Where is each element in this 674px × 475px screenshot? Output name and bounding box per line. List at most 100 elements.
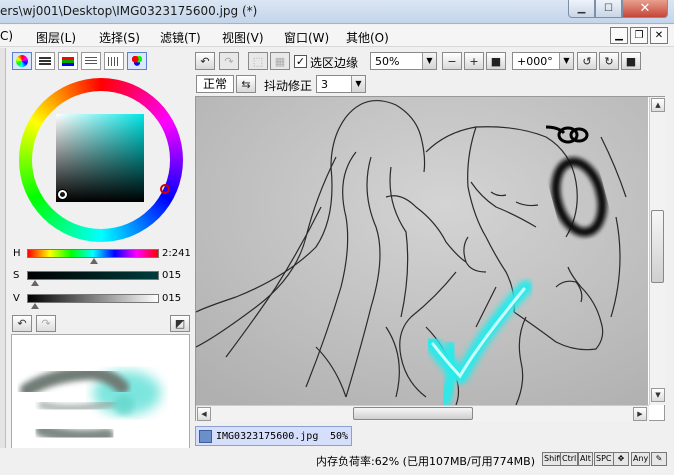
- menu-item-partial[interactable]: C): [0, 29, 13, 43]
- menu-bar: C) 图层(L) 选择(S) 滤镜(T) 视图(V) 窗口(W) 其他(O) ▁…: [0, 25, 674, 47]
- close-button[interactable]: ✕: [622, 0, 668, 18]
- deselect-button[interactable]: ⬚: [248, 52, 268, 70]
- saturation-value-box[interactable]: [56, 114, 144, 202]
- rotate-left-button[interactable]: ↺: [577, 52, 597, 70]
- menu-item-view[interactable]: 视图(V): [222, 29, 264, 46]
- rgb-circles-icon: [131, 55, 143, 67]
- horizontal-scrollbar[interactable]: ◀ ▶: [196, 405, 649, 421]
- vertical-scroll-thumb[interactable]: [651, 210, 664, 283]
- ctrl-key-indicator[interactable]: Ctrl: [560, 452, 579, 466]
- document-tab-name: IMG0323175600.jpg: [216, 430, 319, 442]
- swatches-tab[interactable]: [81, 52, 101, 70]
- flip-button[interactable]: ⇆: [236, 75, 256, 93]
- v-label: V: [13, 293, 20, 304]
- sv-marker[interactable]: [58, 190, 67, 199]
- chevron-down-icon: ▼: [351, 76, 365, 92]
- scroll-left-button[interactable]: ◀: [197, 407, 211, 421]
- doc-minimize-button[interactable]: ▁: [610, 27, 628, 44]
- restore-icon: ❐: [634, 30, 644, 41]
- undo-icon: ↶: [17, 317, 27, 330]
- scroll-up-button[interactable]: ▲: [651, 98, 665, 112]
- color-wheel-tab[interactable]: [12, 52, 32, 70]
- zoom-reset-button[interactable]: ■: [486, 52, 506, 70]
- flip-icon: ⇆: [241, 77, 251, 91]
- rotate-left-icon: ↺: [582, 54, 592, 68]
- alt-key-indicator[interactable]: Alt: [578, 452, 593, 466]
- selection-icon: ▦: [274, 54, 286, 68]
- s-label: S: [13, 270, 20, 281]
- scratchpad-redo-button[interactable]: ↷: [36, 315, 56, 332]
- doc-restore-button[interactable]: ❐: [630, 27, 648, 44]
- arrow-left-icon: ◀: [201, 410, 207, 418]
- title-bar: ers\wj001\Desktop\IMG0323175600.jpg (*) …: [0, 0, 674, 24]
- hsv-sliders-tab[interactable]: [58, 52, 78, 70]
- maximize-icon: ☐: [604, 3, 613, 14]
- rotation-select[interactable]: +000° ▼: [512, 52, 574, 70]
- arrow-down-icon: ▼: [655, 391, 661, 399]
- blend-mode-button[interactable]: 正常: [196, 75, 234, 93]
- reset-icon: ■: [625, 54, 637, 68]
- scroll-down-button[interactable]: ▼: [651, 388, 665, 402]
- h-slider-thumb[interactable]: [90, 258, 99, 264]
- menu-item-layer[interactable]: 图层(L): [36, 29, 76, 46]
- vertical-scrollbar[interactable]: ▲ ▼: [649, 97, 665, 405]
- zoom-in-button[interactable]: +: [464, 52, 484, 70]
- v-slider[interactable]: [27, 294, 159, 303]
- grid-icon: [108, 56, 120, 66]
- zoom-out-button[interactable]: −: [442, 52, 462, 70]
- menu-item-filter[interactable]: 滤镜(T): [160, 29, 201, 46]
- invert-selection-button[interactable]: ▦: [270, 52, 290, 70]
- image-file-icon: [199, 429, 212, 443]
- s-slider[interactable]: [27, 271, 159, 280]
- window-title: ers\wj001\Desktop\IMG0323175600.jpg (*): [0, 4, 258, 18]
- deselect-icon: ⬚: [252, 54, 264, 68]
- menu-item-window[interactable]: 窗口(W): [284, 29, 329, 46]
- s-slider-thumb[interactable]: [30, 280, 39, 286]
- stabilizer-select[interactable]: 3 ▼: [316, 75, 366, 93]
- artwork: [196, 97, 648, 405]
- any-key-indicator[interactable]: Any: [631, 452, 651, 466]
- pen-icon[interactable]: ✎: [651, 452, 667, 466]
- stabilizer-label: 抖动修正: [264, 79, 313, 93]
- scroll-right-button[interactable]: ▶: [633, 407, 647, 421]
- color-scratchpad[interactable]: [11, 334, 190, 452]
- sliders-icon: [39, 56, 51, 66]
- palette-tab[interactable]: [104, 52, 124, 70]
- menu-item-select[interactable]: 选择(S): [99, 29, 140, 46]
- redo-button[interactable]: ↷: [219, 52, 239, 70]
- selection-edge-label: 选区边缘: [310, 56, 359, 70]
- space-key-indicator[interactable]: SPC: [594, 452, 614, 466]
- move-icon[interactable]: ✥: [613, 452, 629, 466]
- mixer-tab[interactable]: [127, 52, 147, 70]
- rotation-value: +000°: [517, 55, 553, 68]
- menu-item-other[interactable]: 其他(O): [346, 29, 389, 46]
- h-label: H: [13, 248, 21, 259]
- doc-close-button[interactable]: ✕: [650, 27, 668, 44]
- h-slider[interactable]: [27, 249, 159, 258]
- undo-button[interactable]: ↶: [195, 52, 215, 70]
- rgb-sliders-tab[interactable]: [35, 52, 55, 70]
- drawing-canvas[interactable]: [196, 97, 648, 405]
- maximize-button[interactable]: ☐: [595, 0, 622, 18]
- clear-icon: ◩: [174, 317, 186, 330]
- arrow-up-icon: ▲: [655, 101, 661, 109]
- hue-marker[interactable]: [160, 184, 170, 194]
- scratchpad-clear-button[interactable]: ◩: [170, 315, 190, 332]
- close-icon: ✕: [639, 1, 651, 16]
- scratchpad-strokes: [20, 365, 161, 444]
- rotate-right-icon: ↻: [604, 54, 614, 68]
- selection-edge-checkbox[interactable]: ✓: [294, 55, 307, 68]
- document-tab[interactable]: IMG0323175600.jpg 50%: [195, 426, 352, 446]
- redo-icon: ↷: [224, 54, 234, 68]
- rotate-right-button[interactable]: ↻: [599, 52, 619, 70]
- stabilizer-value: 3: [321, 78, 328, 91]
- undo-icon: ↶: [200, 54, 210, 68]
- horizontal-scroll-thumb[interactable]: [353, 407, 473, 420]
- rotate-reset-button[interactable]: ■: [621, 52, 641, 70]
- scratchpad-undo-button[interactable]: ↶: [12, 315, 32, 332]
- reset-icon: ■: [490, 54, 502, 68]
- zoom-select[interactable]: 50% ▼: [370, 52, 437, 70]
- minimize-button[interactable]: ▁: [568, 0, 595, 18]
- zoom-value: 50%: [375, 55, 400, 68]
- v-slider-thumb[interactable]: [30, 303, 39, 309]
